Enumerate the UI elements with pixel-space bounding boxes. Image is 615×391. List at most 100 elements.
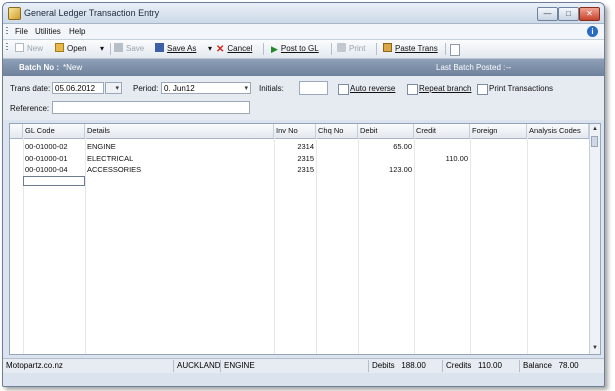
batch-header: Batch No : *New Last Batch Posted : -- xyxy=(3,59,604,76)
scroll-down-icon[interactable]: ▼ xyxy=(590,344,600,353)
print-transactions-label: Print Transactions xyxy=(489,84,554,93)
menu-utilities[interactable]: Utilities xyxy=(35,27,61,36)
trans-date-label: Trans date: xyxy=(10,84,51,93)
status-account: ENGINE xyxy=(220,360,368,372)
period-label: Period: xyxy=(133,84,159,93)
new-row-cell[interactable] xyxy=(23,176,85,186)
initials-field[interactable] xyxy=(299,81,328,95)
toolbar-separator xyxy=(110,43,111,55)
cell-gl-code[interactable]: 00-01000-04 xyxy=(25,164,68,175)
col-chq-no[interactable]: Chq No xyxy=(316,124,358,138)
title-bar: General Ledger Transaction Entry — □ ✕ xyxy=(3,3,604,24)
cell-inv-no[interactable]: 2314 xyxy=(276,141,314,152)
save-as-label: Save As xyxy=(167,44,197,53)
post-to-gl-button[interactable]: ▶ Post to GL xyxy=(271,43,319,55)
scroll-thumb[interactable] xyxy=(591,136,598,147)
app-window: General Ledger Transaction Entry — □ ✕ F… xyxy=(2,2,605,387)
status-branch: AUCKLAND xyxy=(173,360,221,372)
grid-divider xyxy=(85,138,86,354)
print-button[interactable]: Print xyxy=(337,43,365,55)
close-button[interactable]: ✕ xyxy=(579,7,600,21)
entry-form: Trans date: 05.06.2012 ▾ Period: 0. Jun1… xyxy=(3,76,604,120)
scroll-up-icon[interactable]: ▲ xyxy=(590,125,600,134)
repeat-branch-label: Repeat branch xyxy=(419,84,472,93)
col-inv-no[interactable]: Inv No xyxy=(274,124,316,138)
minimize-button[interactable]: — xyxy=(537,7,558,21)
col-debit[interactable]: Debit xyxy=(358,124,414,138)
print-label: Print xyxy=(349,44,366,53)
col-analysis-codes[interactable]: Analysis Codes xyxy=(527,124,589,138)
maximize-button[interactable]: □ xyxy=(558,7,579,21)
cell-debit[interactable]: 65.00 xyxy=(360,141,412,152)
cell-credit[interactable] xyxy=(416,164,468,175)
toolbar-separator xyxy=(445,43,446,55)
debits-label: Debits xyxy=(372,361,395,370)
status-bar: Motopartz.co.nz AUCKLAND ENGINE Debits 1… xyxy=(3,358,604,373)
paste-label: Paste Trans xyxy=(395,44,438,53)
new-label: New xyxy=(27,44,44,53)
cell-details[interactable]: ELECTRICAL xyxy=(87,153,133,164)
new-button[interactable]: New xyxy=(15,43,43,55)
calendar-dropdown-icon[interactable]: ▾ xyxy=(105,82,122,94)
grid-divider xyxy=(358,138,359,354)
cancel-label: Cancel xyxy=(227,44,253,53)
toolbar-grip xyxy=(6,43,8,52)
col-details[interactable]: Details xyxy=(85,124,274,138)
save-button[interactable]: Save xyxy=(114,43,144,55)
auto-reverse-label: Auto reverse xyxy=(350,84,396,93)
folder-icon xyxy=(55,43,64,52)
cell-inv-no[interactable]: 2315 xyxy=(276,164,314,175)
balance-label: Balance xyxy=(523,361,552,370)
col-foreign[interactable]: Foreign xyxy=(470,124,527,138)
save-as-disk-icon xyxy=(155,43,164,52)
transactions-grid: GL Code Details Inv No Chq No Debit Cred… xyxy=(9,123,601,355)
period-select[interactable]: 0. Jun12 ▾ xyxy=(161,82,251,94)
cell-credit[interactable] xyxy=(416,141,468,152)
chevron-down-icon: ▾ xyxy=(244,85,248,92)
cell-gl-code[interactable]: 00-01000-02 xyxy=(25,141,68,152)
open-label: Open xyxy=(67,44,87,53)
row-selector-header xyxy=(10,124,23,138)
paste-trans-button[interactable]: Paste Trans xyxy=(383,43,438,55)
col-gl-code[interactable]: GL Code xyxy=(23,124,85,138)
toolbar-separator xyxy=(376,43,377,55)
trans-date-field[interactable]: 05.06.2012 xyxy=(52,82,104,94)
col-credit[interactable]: Credit xyxy=(414,124,470,138)
toolbar: New Open ▾ Save Save As ▾ ✕ Cancel ▶ Post … xyxy=(3,40,604,59)
menu-file[interactable]: File xyxy=(15,27,28,36)
cell-inv-no[interactable]: 2315 xyxy=(276,153,314,164)
save-as-button[interactable]: Save As xyxy=(155,43,196,55)
auto-reverse-checkbox[interactable] xyxy=(338,84,349,95)
batch-no-label: Batch No : xyxy=(19,63,59,72)
save-as-dropdown-icon[interactable]: ▾ xyxy=(208,43,212,55)
open-dropdown-icon[interactable]: ▾ xyxy=(100,43,104,55)
credits-value: 110.00 xyxy=(478,361,502,370)
print-transactions-checkbox[interactable] xyxy=(477,84,488,95)
reference-field[interactable] xyxy=(52,101,250,114)
save-label: Save xyxy=(126,44,145,53)
cancel-button[interactable]: ✕ Cancel xyxy=(216,43,252,55)
open-button[interactable]: Open xyxy=(55,43,87,55)
status-company: Motopartz.co.nz xyxy=(6,361,63,370)
vertical-scrollbar[interactable]: ▲ ▼ xyxy=(589,124,600,354)
menu-bar: File Utilities Help i xyxy=(3,24,604,40)
play-icon: ▶ xyxy=(271,44,278,54)
cell-debit[interactable]: 123.00 xyxy=(360,164,412,175)
cell-gl-code[interactable]: 00-01000-01 xyxy=(25,153,68,164)
menu-help[interactable]: Help xyxy=(69,27,85,36)
post-label: Post to GL xyxy=(280,44,319,53)
grid-divider xyxy=(274,138,275,354)
cell-credit[interactable]: 110.00 xyxy=(416,153,468,164)
repeat-branch-checkbox[interactable] xyxy=(407,84,418,95)
cell-debit[interactable] xyxy=(360,153,412,164)
grid-divider xyxy=(316,138,317,354)
cell-details[interactable]: ENGINE xyxy=(87,141,116,152)
cell-details[interactable]: ACCESSORIES xyxy=(87,164,141,175)
grid-header: GL Code Details Inv No Chq No Debit Cred… xyxy=(10,124,600,139)
blank-page-icon[interactable] xyxy=(450,44,460,56)
status-debits: Debits 188.00 xyxy=(368,360,442,372)
status-balance: Balance 78.00 xyxy=(519,360,604,372)
help-icon[interactable]: i xyxy=(587,26,598,37)
grid-divider xyxy=(470,138,471,354)
window-title: General Ledger Transaction Entry xyxy=(24,8,160,18)
